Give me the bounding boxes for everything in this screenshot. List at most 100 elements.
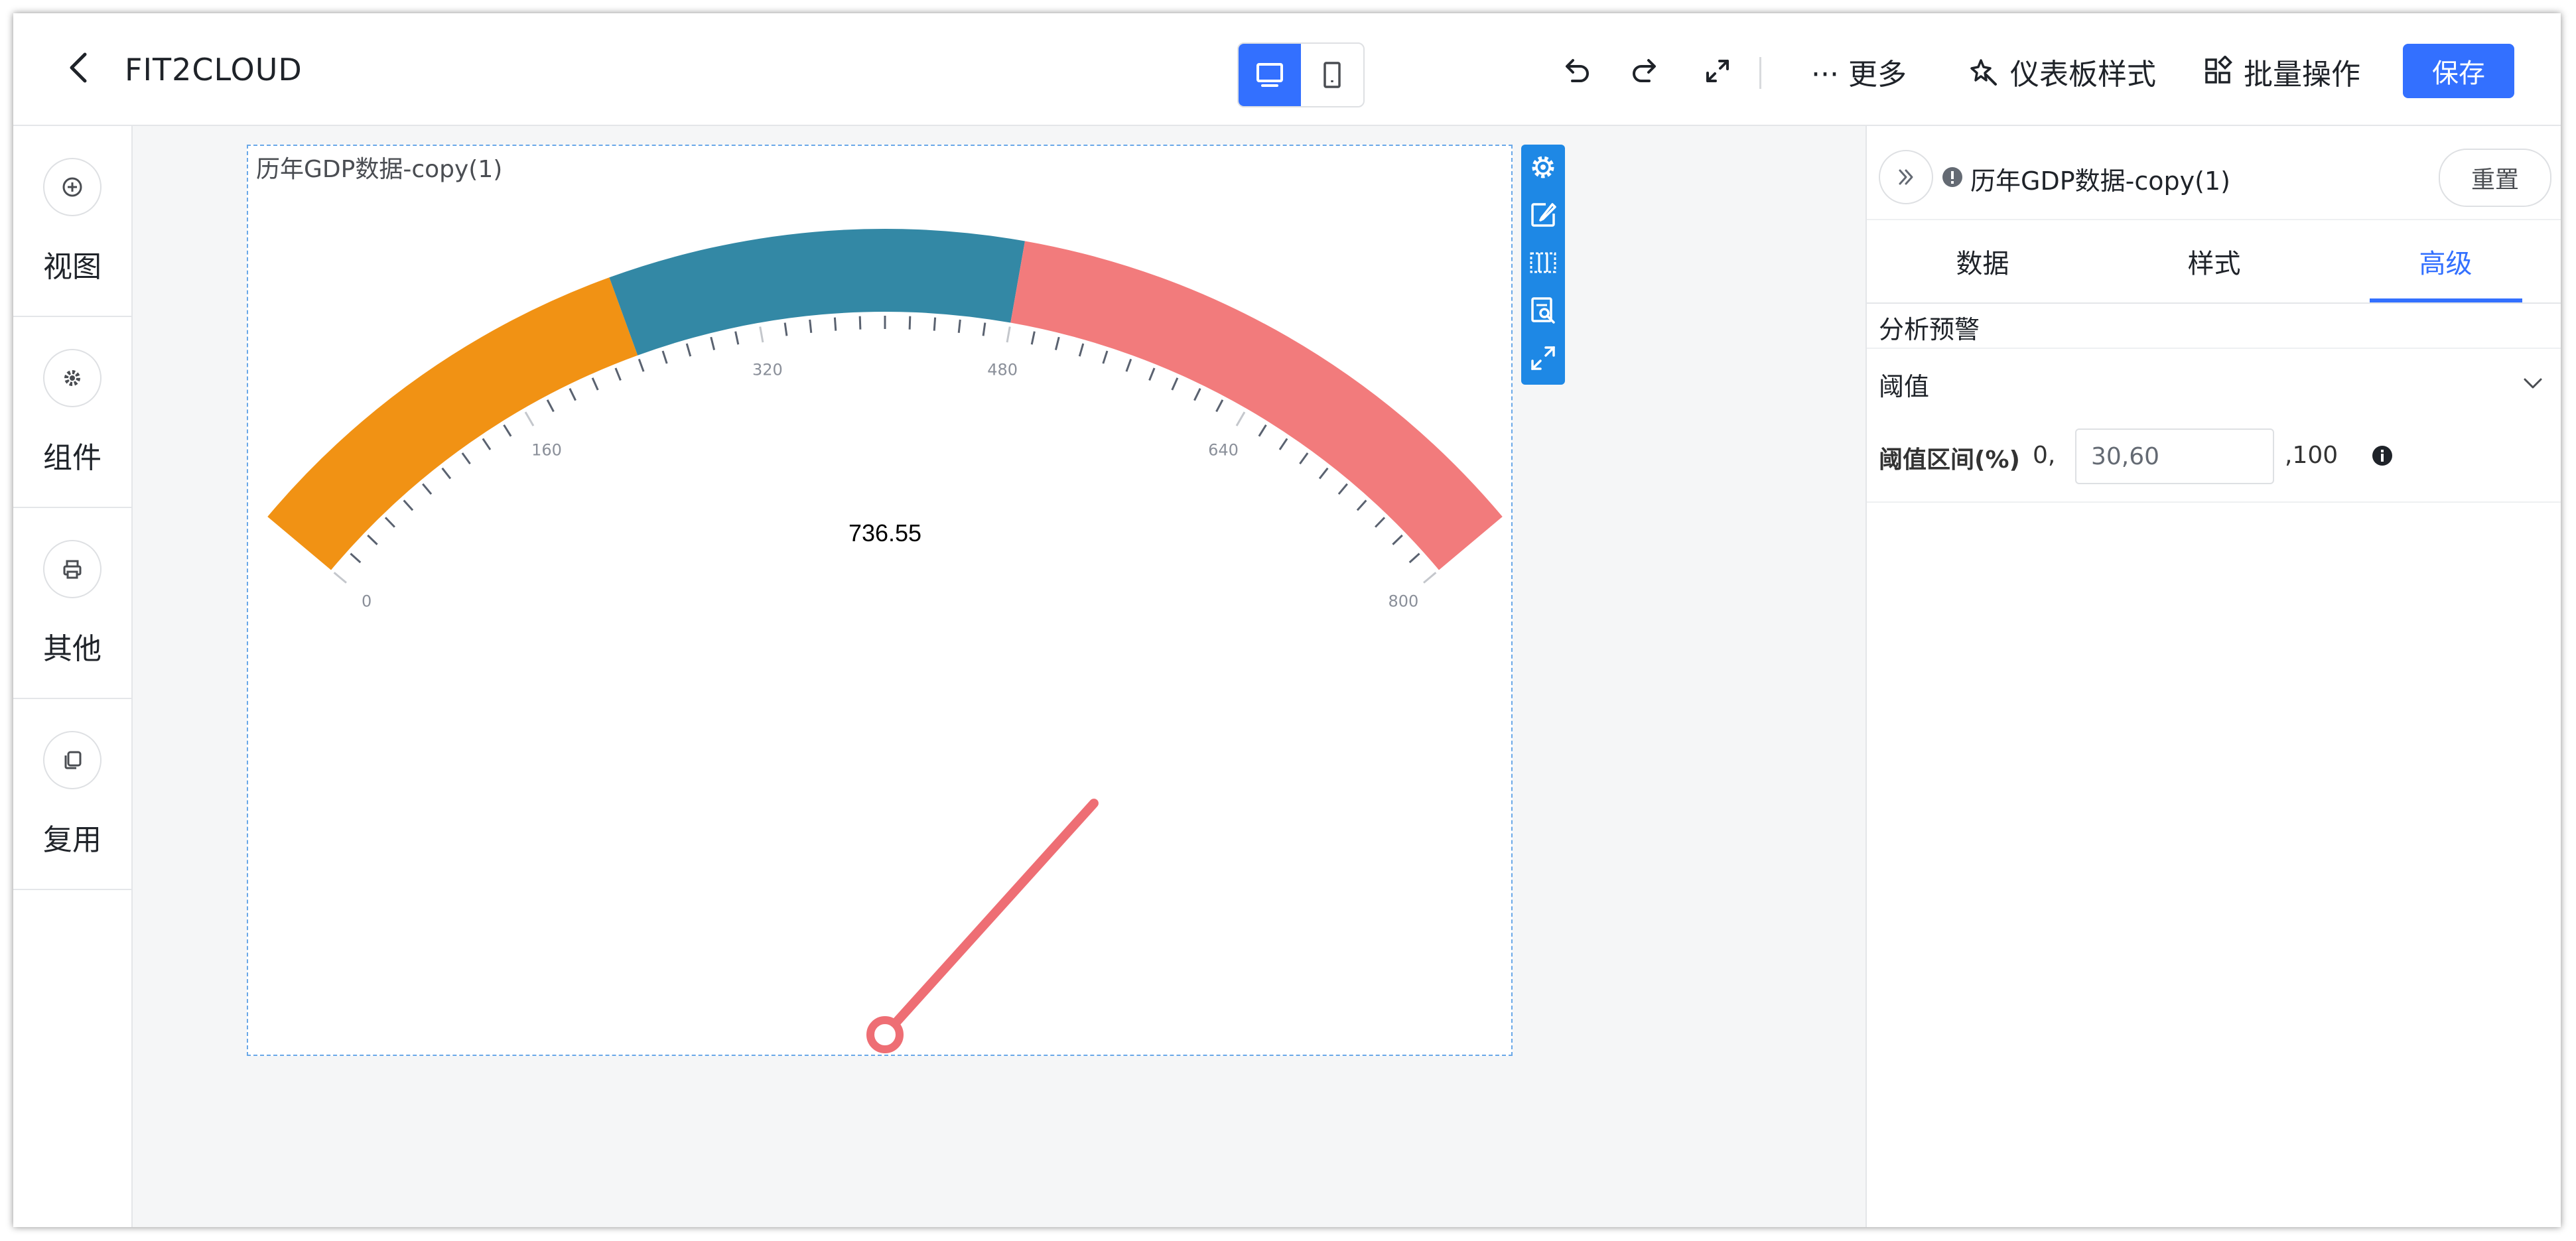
gauge-minor-tick	[350, 553, 362, 564]
threshold-suffix: ,100	[2285, 442, 2339, 469]
gauge-band-3	[1010, 241, 1503, 570]
phone-icon	[1323, 62, 1341, 88]
warning-icon	[1942, 167, 1962, 187]
gauge-chart-component[interactable]: 历年GDP数据-copy(1) 0 160 320 480 640 800 736.55	[247, 145, 1513, 1056]
undo-icon[interactable]	[1558, 53, 1593, 89]
enlarge-icon[interactable]	[1527, 342, 1559, 374]
gauge-minor-tick	[367, 534, 378, 545]
gauge-pointer-hub	[866, 1016, 904, 1053]
info-icon[interactable]	[2371, 444, 2394, 467]
more-menu[interactable]: ··· 更多	[1811, 50, 1907, 93]
chevron-down-icon	[2524, 378, 2542, 389]
threshold-input[interactable]	[2075, 428, 2274, 484]
gauge-minor-tick	[1278, 438, 1288, 450]
desktop-view-button[interactable]	[1239, 44, 1301, 106]
gauge-minor-tick	[982, 322, 986, 336]
gauge-minor-tick	[638, 358, 645, 372]
gauge-minor-tick	[1193, 388, 1201, 401]
gauge-minor-tick	[1375, 517, 1386, 528]
threshold-collapse[interactable]: 阈值	[1867, 349, 2561, 415]
gauge-minor-tick	[503, 424, 512, 437]
gauge-minor-tick	[1171, 377, 1179, 391]
copy-icon	[43, 731, 102, 789]
fullscreen-icon[interactable]	[1700, 53, 1735, 89]
gauge-major-tick	[1423, 572, 1437, 584]
gear-icon	[43, 349, 102, 407]
gauge-value-label: 736.55	[848, 519, 921, 547]
dashboard-style-button[interactable]: 仪表板样式	[1968, 50, 2156, 93]
back-arrow-icon[interactable]	[60, 48, 100, 88]
gauge-minor-tick	[933, 317, 937, 331]
gauge-band-2	[609, 229, 1025, 356]
threshold-range-label: 阈值区间(%)	[1879, 446, 2020, 474]
edit-icon[interactable]	[1527, 199, 1559, 231]
save-button[interactable]: 保存	[2403, 44, 2514, 98]
linkage-icon[interactable]	[1527, 247, 1559, 279]
grid-icon	[2205, 56, 2232, 84]
selected-chart-name: 历年GDP数据-copy(1)	[1970, 166, 2230, 196]
gauge-minor-tick	[1078, 343, 1085, 357]
sidebar-item-component[interactable]: 组件	[13, 317, 131, 508]
gauge-minor-tick	[461, 452, 471, 465]
sidebar-item-label: 复用	[43, 823, 102, 857]
gauge-minor-tick	[783, 322, 788, 336]
gauge-major-tick	[1235, 411, 1246, 426]
tab-style[interactable]: 样式	[2098, 220, 2330, 302]
view-mode-toggle	[1237, 42, 1365, 107]
redo-icon[interactable]	[1628, 53, 1664, 89]
magic-wand-icon	[1970, 59, 1997, 86]
monitor-icon	[1256, 63, 1283, 87]
gauge-minor-tick	[1054, 336, 1060, 350]
threshold-title: 阈值	[1879, 372, 1930, 401]
section-header: 分析预警	[1867, 302, 2561, 349]
gauge-chart: 0 160 320 480 640 800 736.55	[267, 229, 1503, 1053]
sidebar-item-label: 视图	[43, 250, 102, 284]
double-chevron-right-icon	[1899, 169, 1913, 185]
printer-icon	[43, 540, 102, 598]
gauge-pointer	[891, 799, 1099, 1028]
gauge-minor-tick	[685, 343, 692, 357]
gauge-minor-tick	[734, 331, 740, 345]
sidebar-item-label: 组件	[43, 441, 102, 475]
section-title: 分析预警	[1879, 315, 1980, 344]
settings-icon[interactable]	[1527, 151, 1559, 183]
panel-tabs: 数据 样式 高级	[1867, 219, 2561, 304]
gauge-tick-label: 480	[987, 360, 1018, 379]
gauge-minor-tick	[1408, 553, 1420, 564]
sidebar-item-view[interactable]: 视图	[13, 126, 131, 317]
tab-advanced[interactable]: 高级	[2330, 220, 2561, 302]
gauge-minor-tick	[422, 483, 433, 495]
gauge-minor-tick	[1392, 534, 1403, 545]
gauge-minor-tick	[1356, 499, 1367, 511]
mobile-view-button[interactable]	[1301, 44, 1363, 106]
sidebar-item-reuse[interactable]: 复用	[13, 699, 131, 890]
gauge-minor-tick	[1125, 358, 1132, 372]
tab-data[interactable]: 数据	[1867, 220, 2098, 302]
collapse-panel-button[interactable]	[1879, 150, 1933, 204]
gauge-major-tick	[333, 572, 347, 584]
gauge-minor-tick	[614, 367, 622, 381]
gauge-minor-tick	[957, 319, 961, 333]
reset-button[interactable]: 重置	[2439, 149, 2551, 207]
detail-view-icon[interactable]	[1527, 294, 1559, 326]
gauge-tick-label: 640	[1208, 441, 1239, 460]
gauge-band-1	[267, 277, 638, 570]
gauge-minor-tick	[809, 319, 813, 333]
gauge-minor-tick	[661, 350, 668, 364]
gauge-major-tick	[1006, 326, 1011, 343]
threshold-prefix: 0,	[2033, 442, 2056, 469]
component-sidebar: 视图 组件 其他 复用	[13, 126, 133, 1227]
gauge-minor-tick	[441, 467, 452, 480]
gauge-tick-label: 160	[531, 441, 562, 460]
gauge-minor-tick	[1299, 452, 1309, 465]
chart-toolbar	[1521, 145, 1565, 385]
gauge-minor-tick	[710, 336, 716, 350]
app-title: FIT2CLOUD	[125, 52, 303, 88]
gauge-minor-tick	[403, 499, 414, 511]
sidebar-item-other[interactable]: 其他	[13, 508, 131, 699]
properties-panel: 历年GDP数据-copy(1) 重置 数据 样式 高级 分析预警 阈值 阈值区间…	[1865, 126, 2561, 1227]
batch-operation-button[interactable]: 批量操作	[2203, 50, 2360, 93]
gauge-minor-tick	[546, 399, 555, 413]
top-bar: FIT2CLOUD ··· 更多 仪表板样式 批量操作 保存	[13, 13, 2561, 126]
gauge-minor-tick	[1102, 350, 1109, 364]
